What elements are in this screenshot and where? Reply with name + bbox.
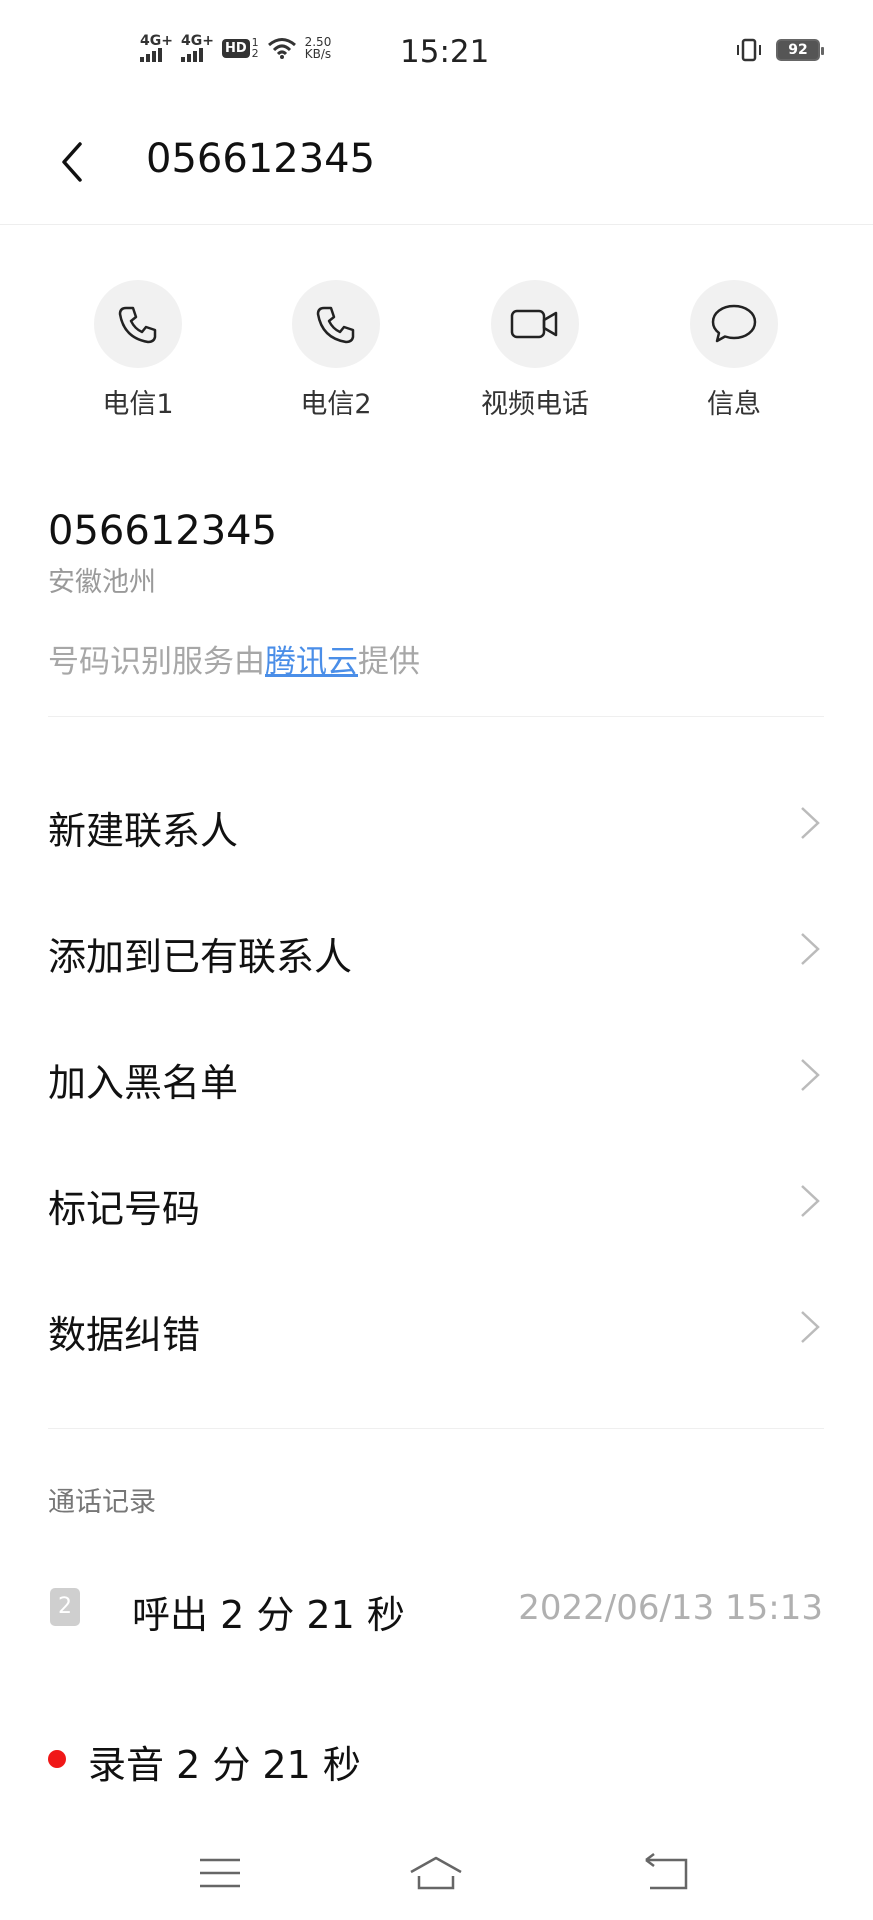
status-bar: 4G+ 4G+ HD 1 2 2.50 KB/s 15:21 92 [0, 0, 873, 108]
chevron-right-icon [801, 933, 820, 965]
vibrate-icon [737, 38, 761, 62]
provider-suffix: 提供 [358, 644, 420, 680]
menu-item-add-to-existing[interactable]: 添加到已有联系人 [0, 886, 873, 1012]
phone-icon [118, 306, 157, 344]
phone-icon [316, 306, 355, 344]
hd-sim-2: 2 [251, 47, 259, 60]
call-sim1-button[interactable]: 电信1 [48, 280, 228, 421]
status-time: 15:21 [400, 34, 490, 70]
recording-text: 录音 2 分 21 秒 [88, 1743, 361, 1787]
menu-item-mark-number[interactable]: 标记号码 [0, 1138, 873, 1264]
back-icon [645, 1853, 688, 1890]
video-call-label: 视频电话 [481, 389, 589, 420]
call-log-entry[interactable]: 2 呼出 2 分 21 秒 2022/06/13 15:13 [0, 1560, 873, 1660]
phone-number: 056612345 [48, 508, 278, 554]
battery-icon: 92 [776, 39, 824, 61]
menu-item-label: 标记号码 [48, 1187, 201, 1231]
back-button[interactable] [52, 132, 108, 192]
provider-prefix: 号码识别服务由 [48, 644, 265, 680]
hd-label: HD [221, 38, 250, 58]
chevron-right-icon [801, 1185, 820, 1217]
nav-bar [0, 1830, 873, 1920]
call-sim2-button[interactable]: 电信2 [246, 280, 426, 421]
menu-item-blacklist[interactable]: 加入黑名单 [0, 1012, 873, 1138]
menu-button[interactable] [190, 1848, 250, 1898]
wifi-icon [267, 38, 296, 59]
number-location: 安徽池州 [48, 567, 156, 598]
call-sim2-label: 电信2 [300, 389, 372, 420]
video-call-button[interactable]: 视频电话 [445, 280, 625, 421]
divider [48, 716, 824, 717]
status-right: 92 [734, 38, 824, 62]
status-left: 4G+ 4G+ HD 1 2 2.50 KB/s [140, 34, 331, 62]
chat-bubble-icon [711, 304, 757, 343]
call-sim1-label: 电信1 [102, 389, 174, 420]
chevron-right-icon [801, 1311, 820, 1343]
home-button[interactable] [406, 1848, 466, 1898]
network-type-sim1: 4G+ [140, 33, 173, 49]
menu-item-data-correction[interactable]: 数据纠错 [0, 1264, 873, 1390]
menu-item-label: 加入黑名单 [48, 1061, 239, 1105]
menu-item-label: 数据纠错 [48, 1313, 201, 1357]
provider-info: 号码识别服务由腾讯云提供 [48, 636, 420, 681]
signal-icon-sim2: 4G+ [180, 33, 214, 62]
page-title: 056612345 [146, 136, 376, 182]
video-camera-icon [510, 309, 558, 339]
menu-item-label: 新建联系人 [48, 809, 239, 853]
signal-icon-sim1: 4G+ [140, 34, 173, 62]
provider-link[interactable]: 腾讯云 [265, 644, 358, 680]
menu-item-label: 添加到已有联系人 [48, 935, 353, 979]
message-label: 信息 [707, 389, 761, 420]
sim-badge: 2 [50, 1588, 80, 1626]
system-back-button[interactable] [636, 1848, 696, 1898]
menu-icon [200, 1858, 240, 1888]
call-time: 2022/06/13 15:13 [518, 1588, 823, 1628]
menu-item-new-contact[interactable]: 新建联系人 [0, 760, 873, 886]
network-speed: 2.50 KB/s [305, 36, 332, 60]
number-info: 056612345 安徽池州 [48, 508, 277, 599]
network-type-sim2: 4G+ [180, 33, 214, 49]
hd-icon: HD 1 2 [221, 37, 259, 60]
call-description: 呼出 2 分 21 秒 [132, 1593, 405, 1637]
divider [48, 1428, 824, 1429]
action-bar: 电信1 电信2 视频电话 信息 [0, 280, 873, 420]
chevron-left-icon [62, 142, 82, 182]
speed-unit: KB/s [304, 47, 332, 61]
chevron-right-icon [801, 1059, 820, 1091]
home-icon [410, 1856, 462, 1890]
chevron-right-icon [801, 807, 820, 839]
message-button[interactable]: 信息 [644, 280, 824, 421]
call-log-title: 通话记录 [48, 1487, 156, 1518]
battery-level: 92 [788, 42, 808, 58]
recording-entry[interactable]: 录音 2 分 21 秒 [0, 1718, 873, 1798]
record-dot-icon [48, 1750, 66, 1768]
title-bar: 056612345 [0, 108, 873, 225]
